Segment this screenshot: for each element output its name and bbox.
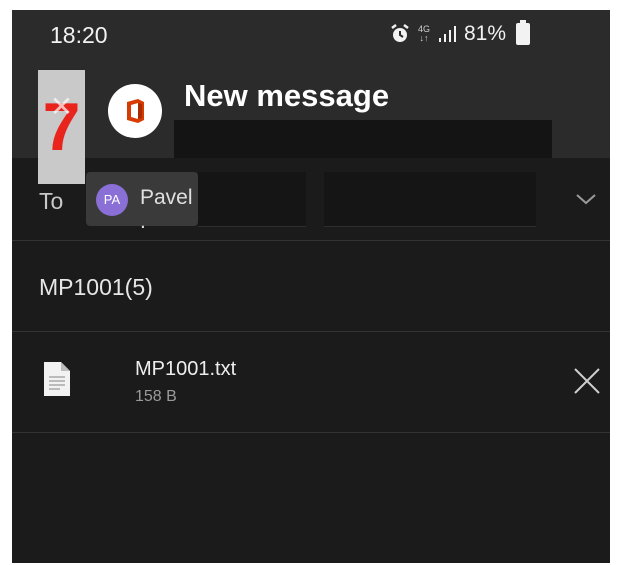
- to-label: To: [39, 188, 64, 214]
- avatar: PA: [96, 184, 128, 216]
- recipient-chip[interactable]: PA Pavel .: [86, 172, 198, 233]
- redacted-area: [174, 120, 552, 158]
- attachment-name: MP1001.txt: [135, 358, 237, 380]
- redacted-area: [198, 172, 306, 227]
- office-glyph-icon: [127, 99, 144, 123]
- battery-percent: 81%: [463, 22, 506, 45]
- status-icons: 4G ↓↑ 81%: [390, 20, 530, 46]
- network-indicator: 4G ↓↑: [418, 25, 430, 43]
- subject-text: MP1001(5): [39, 274, 153, 300]
- subject-field[interactable]: MP1001(5): [12, 242, 610, 332]
- alarm-icon: [391, 24, 409, 42]
- page-title: New message: [184, 78, 390, 113]
- data-arrows-icon: ↓↑: [419, 33, 429, 43]
- to-field-row[interactable]: To PA Pavel .: [12, 168, 610, 241]
- chevron-down-icon[interactable]: [574, 192, 598, 206]
- remove-attachment-icon[interactable]: [572, 366, 602, 396]
- step-number-badge: 7: [38, 70, 85, 184]
- attachment-item[interactable]: MP1001.txt 158 B: [12, 332, 610, 433]
- battery-icon: [516, 20, 530, 45]
- header-bar: 18:20 4G ↓↑ 81% 7 ✕ New message: [12, 10, 610, 184]
- status-time: 18:20: [50, 22, 108, 48]
- redacted-area: [324, 172, 536, 227]
- close-icon[interactable]: ✕: [38, 90, 85, 123]
- signal-icon: [438, 26, 456, 42]
- recipient-name: Pavel .: [140, 186, 193, 233]
- file-icon: [44, 362, 70, 396]
- phone-screen: 18:20 4G ↓↑ 81% 7 ✕ New message To PA Pa…: [12, 10, 610, 563]
- office-logo-icon: [108, 84, 162, 138]
- attachment-size: 158 B: [135, 388, 177, 405]
